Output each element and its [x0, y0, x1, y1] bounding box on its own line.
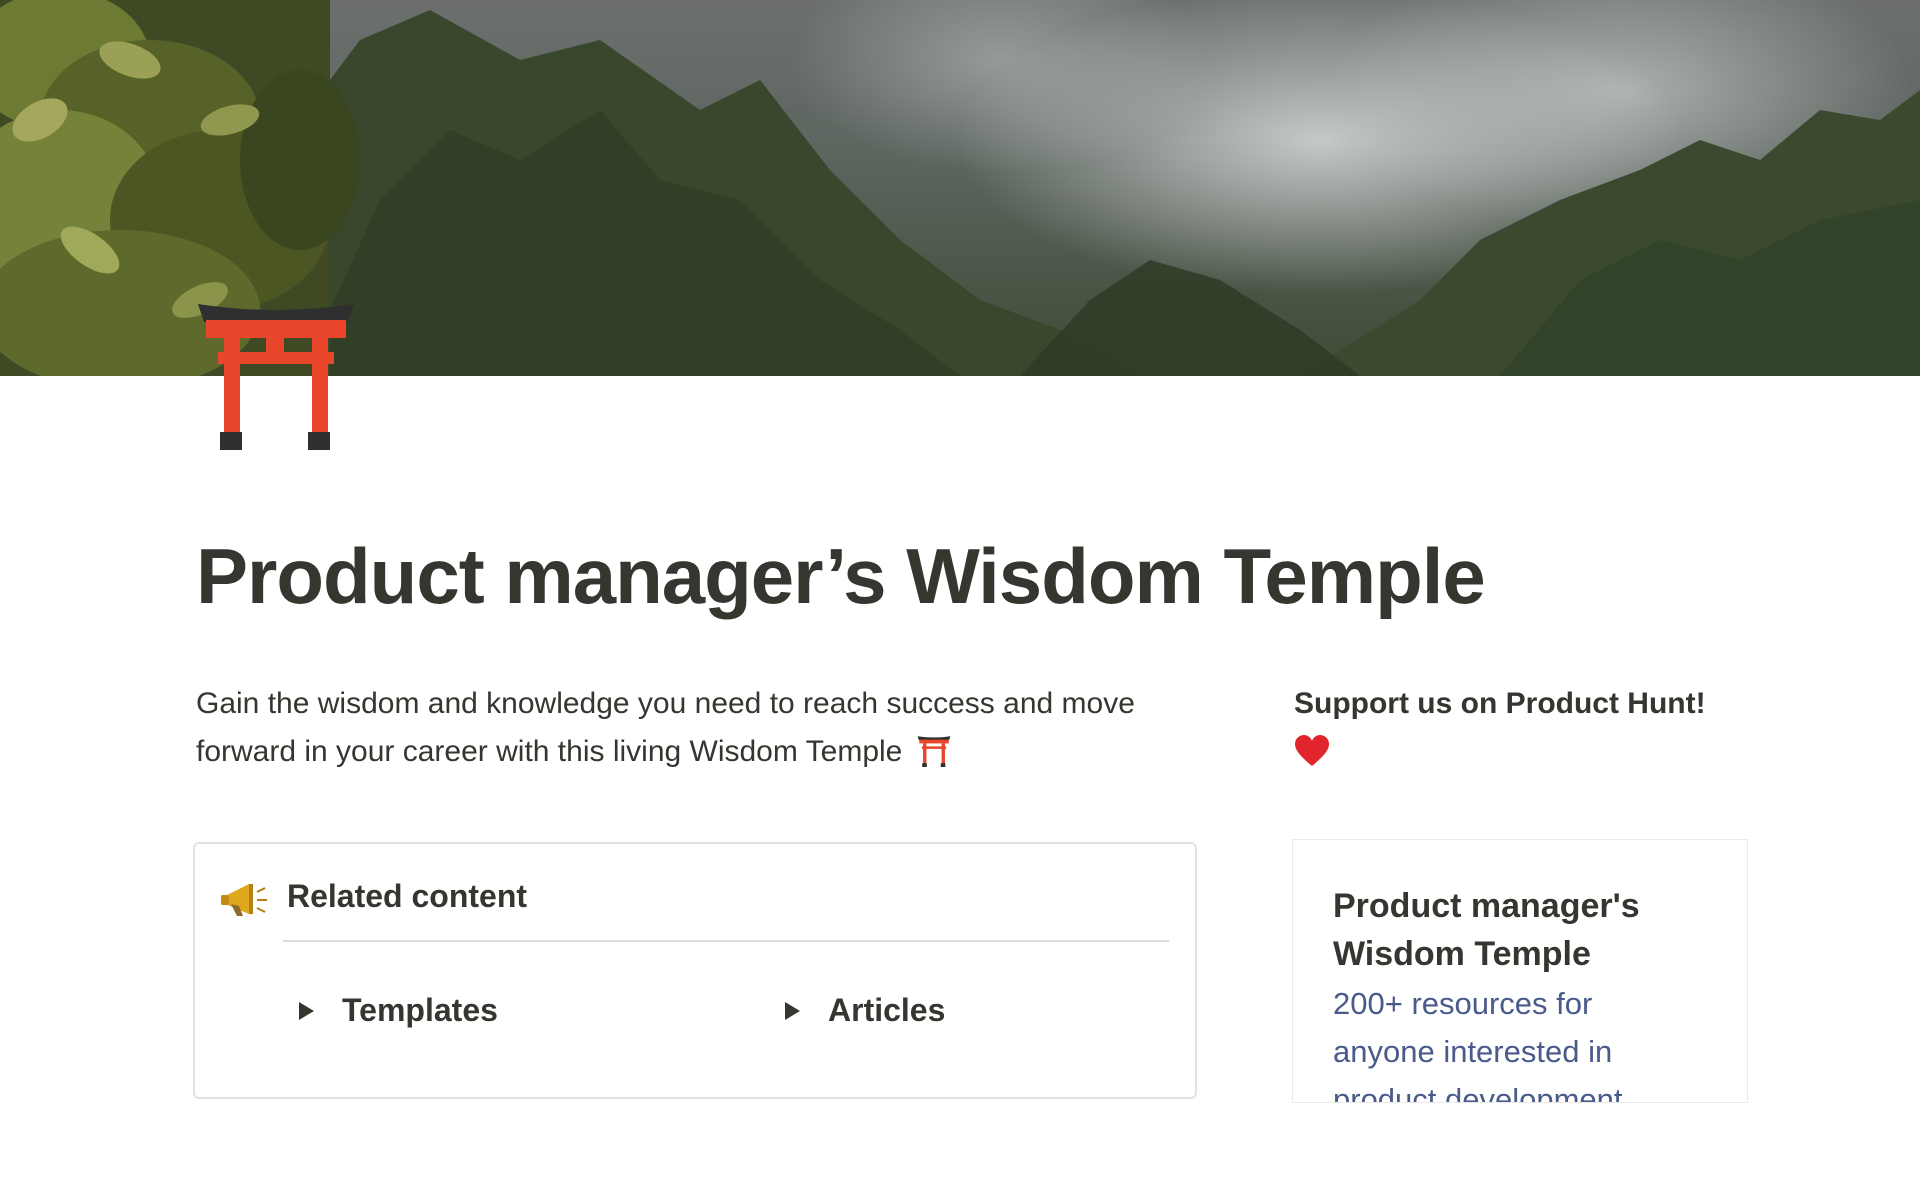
megaphone-icon	[221, 884, 267, 916]
page-title[interactable]: Product manager’s Wisdom Temple	[196, 530, 1486, 622]
support-block[interactable]: Support us on Product Hunt!	[1294, 680, 1754, 768]
embed-description: 200+ resources for anyone interested in …	[1333, 986, 1623, 1103]
red-heart-icon	[1295, 735, 1329, 766]
toggle-triangle-icon[interactable]	[299, 1001, 314, 1020]
torii-gate-icon	[917, 736, 951, 767]
support-text: Support us on Product Hunt!	[1294, 687, 1706, 720]
embed-title: Product manager's Wisdom Temple	[1333, 887, 1640, 973]
toggle-label: Templates	[342, 992, 498, 1028]
notion-page: Product manager’s Wisdom Temple Gain the…	[0, 0, 1920, 1200]
related-content-callout: Related content Templates Articles	[193, 842, 1197, 1099]
torii-gate-icon[interactable]	[196, 298, 356, 450]
intro-paragraph[interactable]: Gain the wisdom and knowledge you need t…	[196, 680, 1156, 776]
toggle-templates[interactable]: Templates	[299, 992, 498, 1029]
divider	[283, 940, 1169, 942]
callout-title: Related content	[287, 878, 528, 914]
toggle-articles[interactable]: Articles	[785, 992, 945, 1029]
toggle-label: Articles	[828, 992, 946, 1028]
intro-text: Gain the wisdom and knowledge you need t…	[196, 687, 1135, 768]
toggle-triangle-icon[interactable]	[785, 1001, 800, 1020]
embed-card[interactable]: Product manager's Wisdom Temple 200+ res…	[1292, 839, 1748, 1103]
